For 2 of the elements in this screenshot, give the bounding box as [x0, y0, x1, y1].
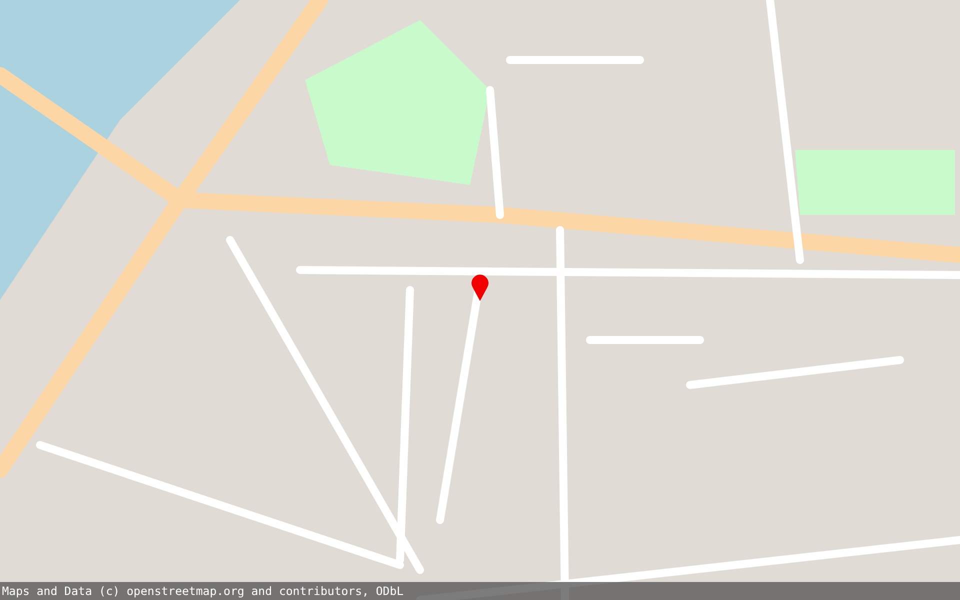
location-pin-icon[interactable]	[471, 274, 489, 301]
attribution-text: Maps and Data (c) openstreetmap.org and contributors, ODbL	[0, 582, 960, 600]
